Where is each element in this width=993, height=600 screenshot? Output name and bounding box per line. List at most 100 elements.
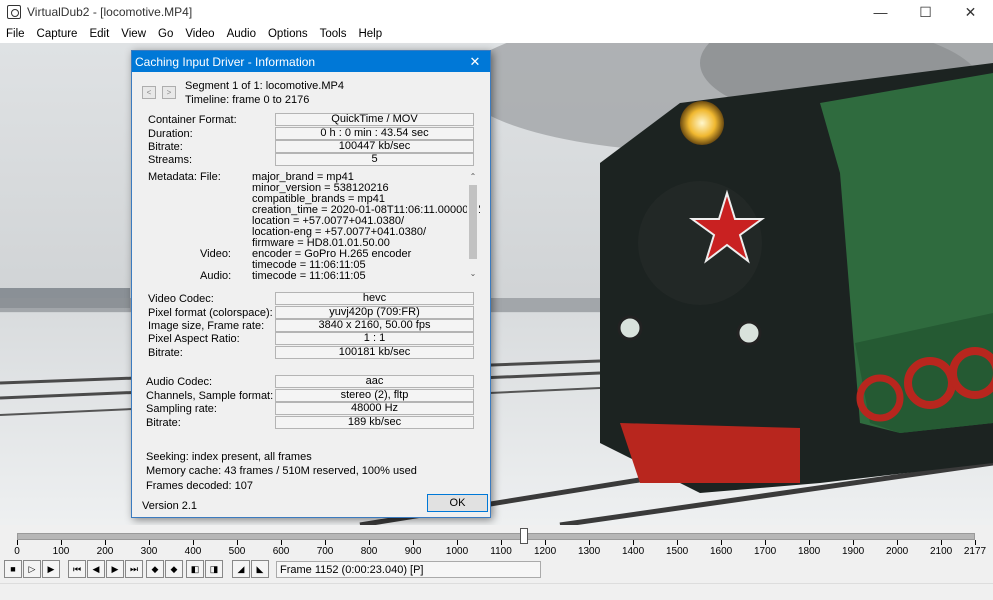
ruler-tick-label: 1200 bbox=[533, 546, 557, 557]
ruler-tick-label: 1800 bbox=[797, 546, 821, 557]
metadata-group-audio: Audio: bbox=[200, 270, 232, 282]
mark-out-icon[interactable]: ◣ bbox=[251, 560, 269, 578]
ruler-tick-label: 900 bbox=[404, 546, 422, 557]
ruler-tick-label: 1900 bbox=[841, 546, 865, 557]
menu-help[interactable]: Help bbox=[352, 28, 388, 40]
ruler-tick-label: 700 bbox=[316, 546, 334, 557]
ruler-tick-label: 1700 bbox=[753, 546, 777, 557]
play-output-icon[interactable]: ▶ bbox=[42, 560, 60, 578]
ruler-tick-label: 1400 bbox=[621, 546, 645, 557]
prev-scene-icon[interactable]: ◧ bbox=[186, 560, 204, 578]
dialog-title-bar[interactable]: Caching Input Driver - Information ✕ bbox=[132, 51, 490, 72]
prev-keyframe-icon[interactable]: ◆ bbox=[146, 560, 164, 578]
frame-position-display: Frame 1152 (0:00:23.040) [P] bbox=[276, 561, 541, 578]
audio-codec-label: Audio Codec: bbox=[146, 376, 213, 388]
image-size-label: Image size, Frame rate: bbox=[148, 320, 265, 332]
pixel-aspect-value: 1 : 1 bbox=[275, 332, 474, 345]
video-bitrate-label: Bitrate: bbox=[148, 347, 183, 359]
menu-go[interactable]: Go bbox=[152, 28, 179, 40]
next-segment-button[interactable]: > bbox=[162, 86, 176, 99]
ruler-tick-label: 1300 bbox=[577, 546, 601, 557]
ruler-tick bbox=[765, 540, 767, 545]
bitrate-value: 100447 kb/sec bbox=[275, 140, 474, 153]
pixel-format-label: Pixel format (colorspace): bbox=[148, 307, 273, 319]
ruler-tick bbox=[413, 540, 415, 545]
ruler-tick-label: 2177 bbox=[963, 546, 987, 557]
ruler-tick bbox=[941, 540, 943, 545]
menu-audio[interactable]: Audio bbox=[221, 28, 262, 40]
frame-ruler: 0 100 200 300 400 500 600 700 800 900 1000 1100 1200… bbox=[0, 540, 993, 560]
stop-icon[interactable]: ■ bbox=[4, 560, 22, 578]
next-scene-icon[interactable]: ◨ bbox=[205, 560, 223, 578]
dialog-title: Caching Input Driver - Information bbox=[135, 54, 316, 69]
ruler-tick bbox=[457, 540, 459, 545]
menu-options[interactable]: Options bbox=[262, 28, 314, 40]
ruler-tick bbox=[677, 540, 679, 545]
dialog-close-icon[interactable]: ✕ bbox=[460, 51, 490, 72]
menu-file[interactable]: File bbox=[0, 28, 31, 40]
streams-value: 5 bbox=[275, 153, 474, 166]
menu-capture[interactable]: Capture bbox=[31, 28, 84, 40]
seeking-info: Seeking: index present, all frames bbox=[146, 451, 312, 463]
position-slider[interactable] bbox=[17, 533, 975, 540]
scroll-up-icon[interactable]: ⌃ bbox=[468, 172, 478, 182]
metadata-scrollbar[interactable]: ⌃ ⌄ bbox=[467, 171, 479, 282]
maximize-button[interactable]: ☐ bbox=[903, 0, 948, 24]
channels-value: stereo (2), fltp bbox=[275, 389, 474, 402]
sampling-rate-value: 48000 Hz bbox=[275, 402, 474, 415]
version-label: Version 2.1 bbox=[142, 500, 198, 512]
metadata-item: timecode = 11:06:11:05 bbox=[252, 270, 366, 282]
ruler-tick bbox=[853, 540, 855, 545]
app-icon[interactable] bbox=[7, 5, 21, 19]
ruler-tick-label: 1100 bbox=[490, 546, 512, 557]
ok-button[interactable]: OK bbox=[427, 494, 488, 512]
menu-view[interactable]: View bbox=[115, 28, 152, 40]
ruler-tick bbox=[61, 540, 62, 545]
minimize-button[interactable]: — bbox=[858, 0, 903, 24]
prev-segment-button[interactable]: < bbox=[142, 86, 156, 99]
metadata-group-video: Video: bbox=[200, 248, 231, 260]
audio-bitrate-label: Bitrate: bbox=[146, 417, 181, 429]
scroll-thumb[interactable] bbox=[469, 185, 477, 259]
ruler-tick bbox=[237, 540, 239, 545]
streams-label: Streams: bbox=[148, 154, 193, 166]
prev-frame-icon[interactable]: ◀ bbox=[87, 560, 105, 578]
go-end-icon[interactable]: ⏭ bbox=[125, 560, 143, 578]
menu-video[interactable]: Video bbox=[179, 28, 220, 40]
menu-edit[interactable]: Edit bbox=[83, 28, 115, 40]
ruler-tick bbox=[589, 540, 591, 545]
container-format-value: QuickTime / MOV bbox=[275, 113, 474, 126]
go-start-icon[interactable]: ⏮ bbox=[68, 560, 86, 578]
ruler-tick-label: 1600 bbox=[709, 546, 733, 557]
ruler-tick bbox=[721, 540, 723, 545]
ruler-tick-label: 500 bbox=[228, 546, 246, 557]
close-button[interactable]: ✕ bbox=[948, 0, 993, 24]
image-size-value: 3840 x 2160, 50.00 fps bbox=[275, 319, 474, 332]
mark-in-icon[interactable]: ◢ bbox=[232, 560, 250, 578]
memory-cache-info: Memory cache: 43 frames / 510M reserved,… bbox=[146, 465, 417, 477]
sampling-rate-label: Sampling rate: bbox=[146, 403, 217, 415]
ruler-tick-label: 200 bbox=[96, 546, 114, 557]
next-keyframe-icon[interactable]: ◆ bbox=[165, 560, 183, 578]
segment-label: Segment 1 of 1: locomotive.MP4 bbox=[185, 80, 344, 92]
menu-tools[interactable]: Tools bbox=[314, 28, 353, 40]
bitrate-label: Bitrate: bbox=[148, 141, 183, 153]
ruler-tick bbox=[325, 540, 327, 545]
ruler-tick bbox=[501, 540, 503, 545]
next-frame-icon[interactable]: ▶ bbox=[106, 560, 124, 578]
ruler-tick bbox=[281, 540, 283, 545]
ruler-tick-label: 1000 bbox=[445, 546, 469, 557]
scroll-down-icon[interactable]: ⌄ bbox=[468, 269, 478, 279]
play-input-icon[interactable]: ▷ bbox=[23, 560, 41, 578]
ruler-tick-label: 600 bbox=[272, 546, 290, 557]
ruler-tick bbox=[105, 540, 106, 545]
metadata-list[interactable]: File: major_brand = mp41 minor_version =… bbox=[146, 170, 480, 282]
ruler-tick-label: 0 bbox=[14, 546, 20, 557]
ruler-tick-label: 100 bbox=[52, 546, 70, 557]
duration-value: 0 h : 0 min : 43.54 sec bbox=[275, 127, 474, 140]
ruler-tick bbox=[369, 540, 371, 545]
ruler-tick bbox=[809, 540, 811, 545]
status-bar bbox=[0, 583, 993, 600]
frames-decoded-info: Frames decoded: 107 bbox=[146, 480, 254, 492]
menu-bar: File Capture Edit View Go Video Audio Op… bbox=[0, 24, 993, 43]
